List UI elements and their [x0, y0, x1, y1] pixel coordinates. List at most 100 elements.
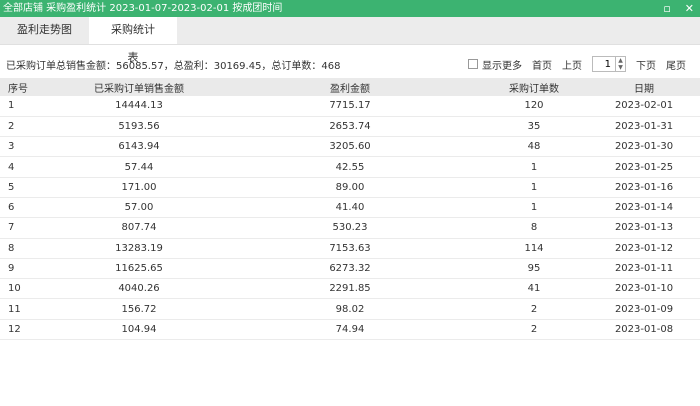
table-row[interactable]: 11 156.72 98.02 2 2023-01-09: [0, 298, 700, 320]
cell-order-count: 120: [480, 96, 588, 117]
cell-sales: 4040.26: [58, 278, 220, 300]
col-header-index[interactable]: 序号: [0, 78, 58, 96]
cell-profit: 41.40: [220, 197, 480, 219]
cell-profit: 6273.32: [220, 258, 480, 280]
cell-order-count: 48: [480, 136, 588, 158]
table-body: 1 14444.13 7715.17 120 2023-02-01 2 5193.56 265…: [0, 96, 700, 341]
cell-order-count: 2: [480, 298, 588, 320]
show-more-label: 显示更多: [482, 60, 522, 72]
cell-sales: 11625.65: [58, 258, 220, 280]
cell-date: 2023-01-16: [588, 177, 700, 198]
cell-sales: 5193.56: [58, 116, 220, 138]
page-stepper[interactable]: ▲ ▼: [592, 56, 626, 72]
cell-index: 7: [0, 217, 58, 239]
show-more-toggle[interactable]: 显示更多: [468, 57, 522, 72]
cell-sales: 13283.19: [58, 238, 220, 259]
cell-date: 2023-01-31: [588, 116, 700, 138]
cell-order-count: 1: [480, 177, 588, 198]
tab-profit-trend[interactable]: 盈利走势图: [0, 16, 89, 44]
cell-date: 2023-01-13: [588, 217, 700, 239]
cell-profit: 74.94: [220, 319, 480, 341]
cell-index: 5: [0, 177, 58, 198]
pager: 显示更多 首页 上页 ▲ ▼ 下页 尾页: [468, 50, 686, 78]
table-row[interactable]: 2 5193.56 2653.74 35 2023-01-31: [0, 116, 700, 138]
cell-date: 2023-01-10: [588, 278, 700, 300]
cell-profit: 2653.74: [220, 116, 480, 138]
cell-profit: 7715.17: [220, 96, 480, 117]
cell-profit: 2291.85: [220, 278, 480, 300]
cell-order-count: 35: [480, 116, 588, 138]
cell-profit: 7153.63: [220, 238, 480, 259]
page-number-input[interactable]: [593, 57, 615, 71]
spin-down-icon[interactable]: ▼: [616, 64, 625, 71]
cell-order-count: 114: [480, 238, 588, 259]
prev-page-link[interactable]: 上页: [562, 57, 582, 72]
purchase-stats-table: 序号 已采购订单销售金额 盈利金额 采购订单数 日期 1 14444.13 7715…: [0, 78, 700, 341]
cell-profit: 42.55: [220, 156, 480, 178]
table-row[interactable]: 4 57.44 42.55 1 2023-01-25: [0, 156, 700, 178]
toolbar: 已采购订单总销售金额：56085.57，总盈利：30169.45，总订单数：46…: [0, 50, 700, 78]
summary-text: 已采购订单总销售金额：56085.57，总盈利：30169.45，总订单数：46…: [6, 60, 341, 72]
show-more-checkbox[interactable]: [468, 59, 478, 69]
cell-index: 4: [0, 156, 58, 178]
cell-order-count: 41: [480, 278, 588, 300]
cell-date: 2023-01-11: [588, 258, 700, 280]
cell-sales: 171.00: [58, 177, 220, 198]
last-page-link[interactable]: 尾页: [666, 57, 686, 72]
cell-date: 2023-01-14: [588, 197, 700, 219]
cell-index: 8: [0, 238, 58, 259]
cell-profit: 98.02: [220, 298, 480, 320]
table-row[interactable]: 12 104.94 74.94 2 2023-01-08: [0, 319, 700, 341]
cell-order-count: 2: [480, 319, 588, 341]
cell-date: 2023-02-01: [588, 96, 700, 117]
cell-index: 3: [0, 136, 58, 158]
table-row[interactable]: 6 57.00 41.40 1 2023-01-14: [0, 197, 700, 219]
col-header-date[interactable]: 日期: [588, 78, 700, 96]
table-row[interactable]: 9 11625.65 6273.32 95 2023-01-11: [0, 258, 700, 280]
cell-sales: 57.44: [58, 156, 220, 178]
spin-up-icon[interactable]: ▲: [616, 57, 625, 64]
cell-profit: 530.23: [220, 217, 480, 239]
cell-order-count: 1: [480, 156, 588, 178]
cell-sales: 104.94: [58, 319, 220, 341]
table-row[interactable]: 3 6143.94 3205.60 48 2023-01-30: [0, 136, 700, 158]
cell-order-count: 95: [480, 258, 588, 280]
cell-index: 2: [0, 116, 58, 138]
table-row[interactable]: 8 13283.19 7153.63 114 2023-01-12: [0, 238, 700, 259]
tab-purchase-stats[interactable]: 采购统计表: [89, 16, 177, 64]
table-header-row: 序号 已采购订单销售金额 盈利金额 采购订单数 日期: [0, 78, 700, 96]
cell-index: 10: [0, 278, 58, 300]
title-bar: 全部店铺 采购盈利统计 2023-01-07-2023-02-01 按成团时间 …: [0, 0, 700, 17]
col-header-order-count[interactable]: 采购订单数: [480, 78, 588, 96]
next-page-link[interactable]: 下页: [636, 57, 656, 72]
cell-sales: 57.00: [58, 197, 220, 219]
cell-index: 9: [0, 258, 58, 280]
table-row[interactable]: 1 14444.13 7715.17 120 2023-02-01: [0, 96, 700, 117]
cell-sales: 807.74: [58, 217, 220, 239]
cell-sales: 156.72: [58, 298, 220, 320]
window-title: 全部店铺 采购盈利统计 2023-01-07-2023-02-01 按成团时间: [3, 3, 283, 14]
cell-order-count: 1: [480, 197, 588, 219]
table-row[interactable]: 10 4040.26 2291.85 41 2023-01-10: [0, 278, 700, 300]
cell-order-count: 8: [480, 217, 588, 239]
cell-sales: 6143.94: [58, 136, 220, 158]
cell-index: 11: [0, 298, 58, 320]
app-window: 全部店铺 采购盈利统计 2023-01-07-2023-02-01 按成团时间 …: [0, 0, 700, 406]
cell-profit: 3205.60: [220, 136, 480, 158]
maximize-icon[interactable]: ▫: [663, 0, 670, 17]
cell-profit: 89.00: [220, 177, 480, 198]
col-header-sales[interactable]: 已采购订单销售金额: [58, 78, 220, 96]
col-header-profit[interactable]: 盈利金额: [220, 78, 480, 96]
cell-index: 6: [0, 197, 58, 219]
window-controls: ▫ ✕: [663, 0, 694, 17]
close-icon[interactable]: ✕: [685, 0, 694, 17]
cell-date: 2023-01-08: [588, 319, 700, 341]
page-spin[interactable]: ▲ ▼: [615, 57, 625, 71]
table-row[interactable]: 5 171.00 89.00 1 2023-01-16: [0, 177, 700, 198]
cell-date: 2023-01-12: [588, 238, 700, 259]
cell-date: 2023-01-09: [588, 298, 700, 320]
tab-bar: 盈利走势图 采购统计表: [0, 16, 700, 64]
first-page-link[interactable]: 首页: [532, 57, 552, 72]
table-row[interactable]: 7 807.74 530.23 8 2023-01-13: [0, 217, 700, 239]
cell-date: 2023-01-25: [588, 156, 700, 178]
